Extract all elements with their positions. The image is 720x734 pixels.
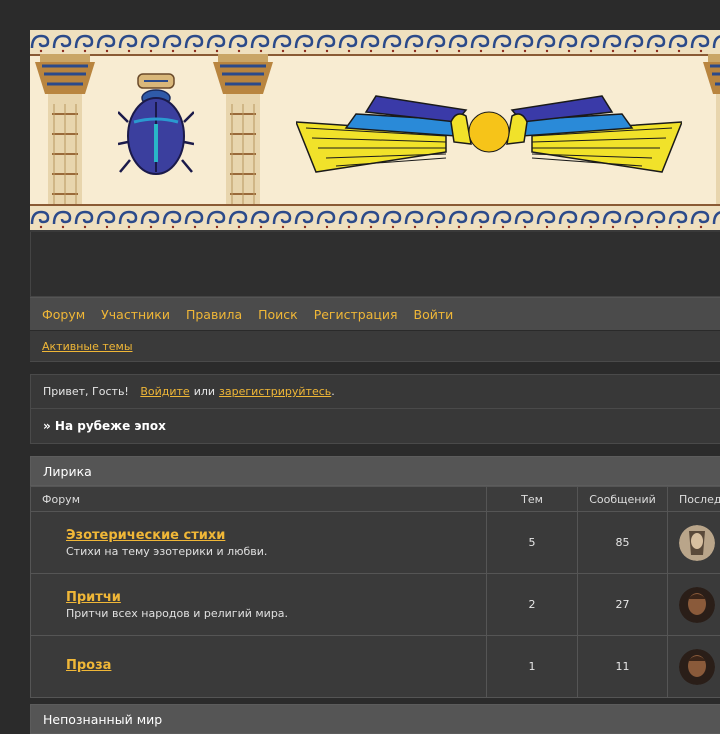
banner-ornament-bottom [30,204,720,230]
table-row: Эзотерические стихи Стихи на тему эзотер… [31,512,720,574]
sub-nav: Активные темы [30,330,720,362]
avatar-icon[interactable] [679,525,715,561]
posts-count: 85 [578,512,668,574]
last-post-cell [668,574,720,636]
pillar-right-icon [698,54,720,206]
forum-category: Лирика Форум Тем Сообщений Послед Эзотер… [30,456,720,698]
forum-description: Стихи на тему эзотерики и любви. [66,545,485,558]
table-row: Притчи Притчи всех народов и религий мир… [31,574,720,636]
forum-link[interactable]: Притчи [66,590,485,605]
posts-count: 11 [578,636,668,698]
or-text: или [194,385,215,398]
register-link[interactable]: зарегистрируйтесь [219,385,331,398]
nav-item-members[interactable]: Участники [101,307,170,322]
posts-count: 27 [578,574,668,636]
topics-count: 1 [487,636,578,698]
column-forum: Форум [31,487,487,512]
ad-area [30,232,720,297]
column-last-post: Послед [668,487,720,512]
nav-item-register[interactable]: Регистрация [314,307,398,322]
nav-item-forum[interactable]: Форум [42,307,85,322]
period-text: . [331,385,335,398]
forum-cell: Эзотерические стихи Стихи на тему эзотер… [31,512,487,574]
welcome-message: Привет, Гость! Войдите или зарегистрируй… [31,375,720,409]
pillar-middle-icon [208,54,278,206]
nav-item-search[interactable]: Поиск [258,307,298,322]
category-title: Лирика [30,456,720,486]
main-nav: Форум Участники Правила Поиск Регистраци… [30,297,720,330]
table-row: Проза 1 11 [31,636,720,698]
avatar-icon[interactable] [679,587,715,623]
breadcrumb: » На рубеже эпох [31,409,720,443]
column-posts: Сообщений [578,487,668,512]
banner-ornament-top [30,30,720,56]
last-post-cell [668,636,720,698]
avatar-icon[interactable] [679,649,715,685]
forum-table: Форум Тем Сообщений Послед Эзотерические… [30,486,720,698]
forum-link[interactable]: Эзотерические стихи [66,528,485,543]
scarab-icon [118,72,194,184]
login-link[interactable]: Войдите [140,385,189,398]
page-wrapper: Форум Участники Правила Поиск Регистраци… [30,30,720,734]
last-post-cell [668,512,720,574]
forum-cell: Притчи Притчи всех народов и религий мир… [31,574,487,636]
category-title-next: Непознанный мир [30,704,720,734]
topics-count: 2 [487,574,578,636]
welcome-box: Привет, Гость! Войдите или зарегистрируй… [30,374,720,444]
forum-banner [30,30,720,232]
topics-count: 5 [487,512,578,574]
pillar-left-icon [30,54,100,206]
table-header-row: Форум Тем Сообщений Послед [31,487,720,512]
column-topics: Тем [487,487,578,512]
greeting-text: Привет, Гость! [43,385,129,398]
nav-item-login[interactable]: Войти [414,307,454,322]
nav-item-rules[interactable]: Правила [186,307,242,322]
winged-sun-icon [296,92,682,176]
forum-description: Притчи всех народов и религий мира. [66,607,485,620]
active-topics-link[interactable]: Активные темы [42,340,133,353]
forum-cell: Проза [31,636,487,698]
forum-link[interactable]: Проза [66,658,485,673]
